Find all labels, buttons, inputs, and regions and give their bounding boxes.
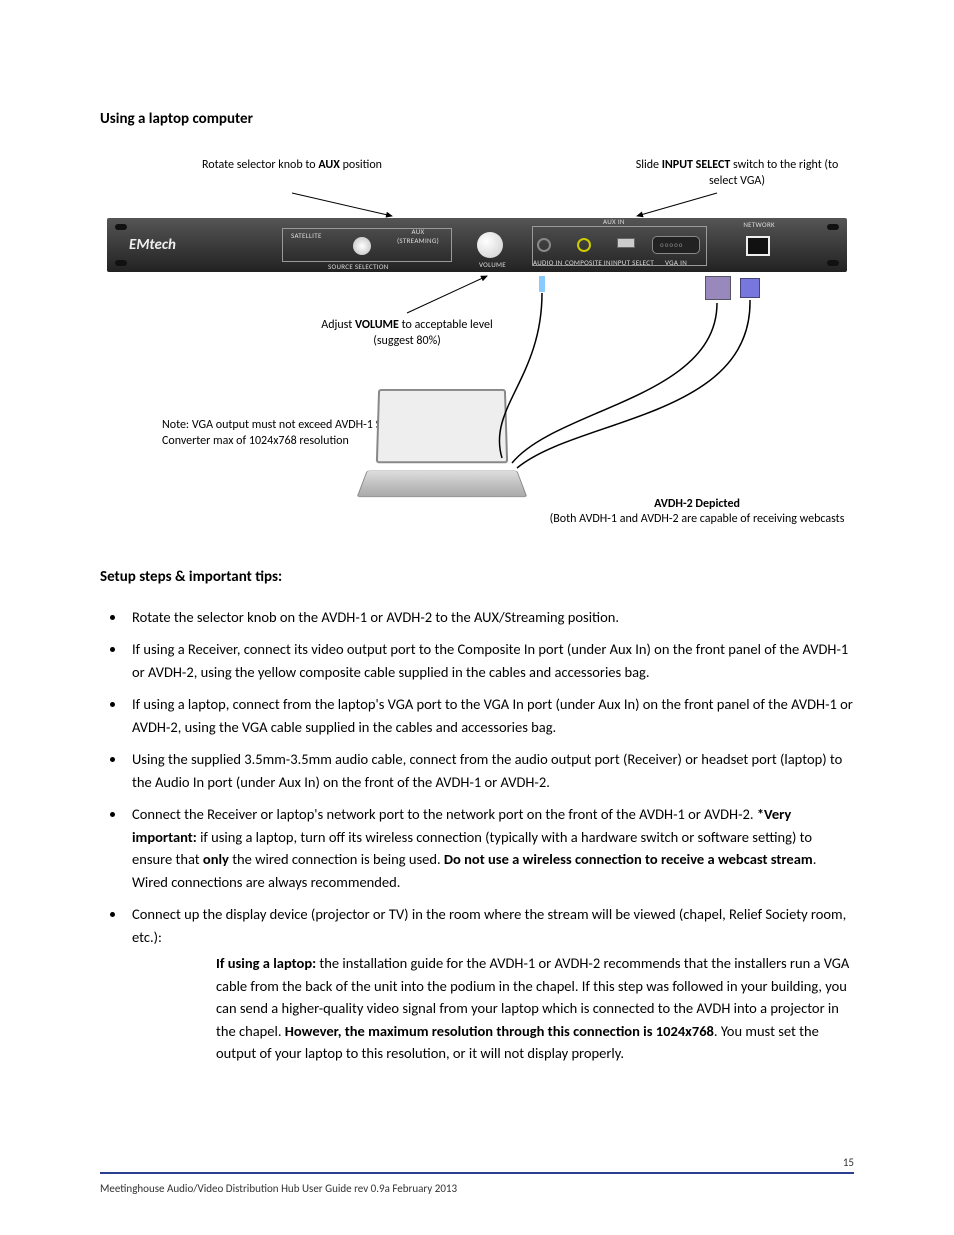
callout-depicted: AVDH-2 Depicted (Both AVDH-1 and AVDH-2 … <box>537 497 857 528</box>
brand-logo: EMtech <box>129 236 176 254</box>
footer-text: Meetinghouse Audio/Video Distribution Hu… <box>100 1182 457 1195</box>
connection-diagram: Rotate selector knob to AUX position Sli… <box>107 158 847 528</box>
vga-port-icon <box>652 236 700 254</box>
list-item: If using a Receiver, connect its video o… <box>126 638 854 683</box>
volume-knob-icon <box>477 232 503 258</box>
list-item: Rotate the selector knob on the AVDH-1 o… <box>126 606 854 628</box>
network-port-icon <box>746 236 770 256</box>
input-select-switch-icon <box>617 238 635 248</box>
sub-step: If using a laptop: the installation guid… <box>216 952 854 1064</box>
composite-jack-icon <box>577 238 591 252</box>
steps-heading: Setup steps & important tips: <box>100 568 854 586</box>
section-title: Using a laptop computer <box>100 110 854 128</box>
avdh-device-panel: EMtech SATELLITE AUX (STREAMING) SOURCE … <box>107 218 847 272</box>
callout-volume: Adjust VOLUME to acceptable level (sugge… <box>307 318 507 349</box>
callout-aux: Rotate selector knob to AUX position <box>192 158 392 174</box>
ethernet-connector-icon <box>740 278 760 298</box>
steps-list: Rotate the selector knob on the AVDH-1 o… <box>126 606 854 1064</box>
callout-input-select: Slide INPUT SELECT switch to the right (… <box>627 158 847 189</box>
list-item: Connect up the display device (projector… <box>126 903 854 1064</box>
list-item: Connect the Receiver or laptop's network… <box>126 803 854 893</box>
audio-connector-icon <box>539 276 545 292</box>
page-footer: 15 Meetinghouse Audio/Video Distribution… <box>100 1172 854 1195</box>
list-item: If using a laptop, connect from the lapt… <box>126 693 854 738</box>
audio-in-jack-icon <box>537 238 551 252</box>
laptop-icon <box>362 388 522 508</box>
page-number: 15 <box>843 1156 854 1169</box>
list-item: Using the supplied 3.5mm-3.5mm audio cab… <box>126 748 854 793</box>
vga-connector-icon <box>705 276 731 300</box>
